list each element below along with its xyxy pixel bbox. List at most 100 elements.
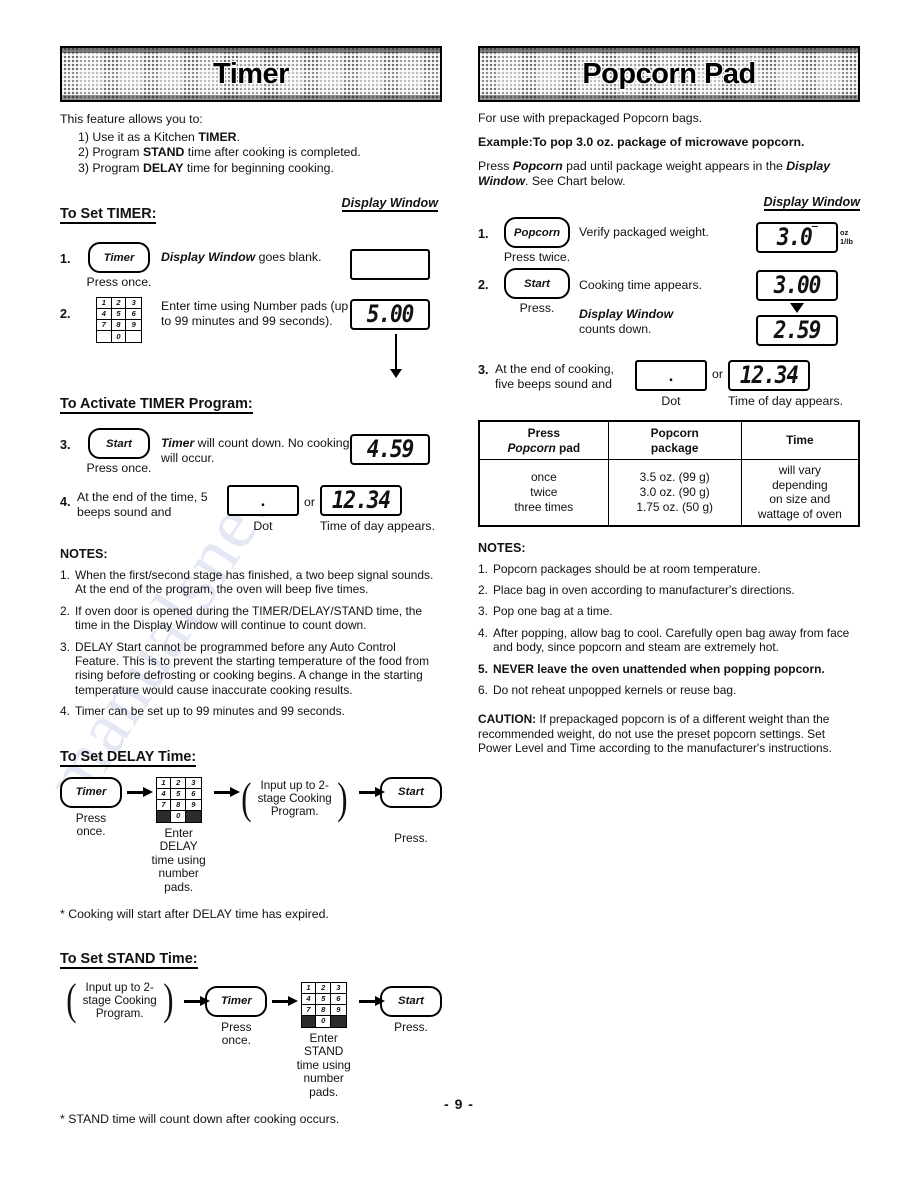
table-header-time: Time (740, 420, 860, 461)
feature-item-2: 2) Program STAND time after cooking is c… (78, 145, 361, 159)
timer-key-button[interactable]: Timer (60, 776, 122, 808)
set-timer-section: To Set TIMER: Display Window 1. Timer Pr… (60, 190, 442, 378)
note-item: 4. After popping, allow bag to cool. Car… (478, 625, 850, 655)
pad-key-7[interactable]: 7 (97, 320, 112, 331)
pad-key-8[interactable]: 8 (111, 320, 127, 331)
pad-key-0[interactable]: 0 (171, 810, 186, 822)
lcd-package-weight: 3.0 ‾ (756, 222, 838, 253)
timer-step-3: 3. Start Press once. Timer will count do… (60, 428, 442, 475)
stand-timer-caption: Press once. (221, 1019, 252, 1048)
popcorn-example: Example:To pop 3.0 oz. package of microw… (478, 135, 805, 149)
table-row: once twice three times 3.5 oz. (99 g) 3.… (478, 459, 860, 527)
pad-key-7[interactable]: 7 (301, 1004, 317, 1016)
pad-key-9[interactable]: 9 (126, 320, 141, 331)
pad-key-9[interactable]: 9 (331, 1005, 346, 1016)
start-key-button[interactable]: Start (504, 268, 570, 299)
pad-key-func-left[interactable] (301, 1015, 317, 1027)
pad-key-6[interactable]: 6 (126, 309, 141, 320)
timer-feature-list: 1) Use it as a Kitchen TIMER. 2) Program… (78, 130, 442, 177)
number-pad[interactable]: 1 2 3 4 5 6 7 8 9 0 (96, 297, 142, 343)
note-item: 5. NEVER leave the oven unattended when … (478, 661, 825, 676)
timer-step-2-lcd-wrap: 5.00 (350, 297, 442, 378)
pad-key-0[interactable]: 0 (316, 1015, 331, 1027)
popcorn-press-line: Press Popcorn pad until package weight a… (478, 159, 831, 188)
timer-key-button[interactable]: Timer (88, 242, 150, 273)
left-notes-heading: NOTES: (60, 547, 108, 561)
popcorn-key-wrap: Popcorn Press twice. (495, 217, 579, 264)
pad-key-9[interactable]: 9 (185, 800, 201, 811)
pad-key-2[interactable]: 2 (111, 298, 127, 309)
delay-flow-cooking-program: ( Input up to 2-stage Cooking Program. ) (235, 773, 354, 823)
table-header-row: Press Popcorn pad Popcorn package Time (478, 420, 860, 461)
step-number: 4. (60, 495, 71, 509)
number-pad[interactable]: 1 2 3 4 5 6 7 8 9 0 (300, 981, 347, 1028)
set-timer-heading: To Set TIMER: (60, 206, 157, 224)
right-column: Popcorn Pad For use with prepackaged Pop… (478, 46, 860, 756)
set-delay-heading: To Set DELAY Time: (60, 748, 197, 767)
number-pad[interactable]: 1 2 3 4 5 6 7 8 9 0 (155, 776, 202, 823)
stand-footnote: * STAND time will count down after cooki… (60, 1111, 340, 1126)
display-window-label-left: Display Window (341, 196, 438, 212)
arrow-right-icon (354, 979, 385, 1017)
start-key-wrap: Start Press once. (77, 428, 161, 475)
dot-caption: Dot (253, 519, 273, 533)
pad-key-0[interactable]: 0 (112, 331, 127, 342)
pad-key-func-left[interactable] (156, 810, 172, 822)
popcorn-key-button[interactable]: Popcorn (504, 217, 570, 248)
pad-key-func-right[interactable] (185, 810, 201, 822)
pad-key-6[interactable]: 6 (331, 994, 346, 1005)
activate-timer-heading: To Activate TIMER Program: (60, 396, 253, 414)
pad-key-4[interactable]: 4 (97, 309, 112, 320)
pad-key-4[interactable]: 4 (301, 993, 317, 1005)
pad-key-blank-right (126, 331, 141, 342)
arrow-right-icon (179, 979, 210, 1017)
start-key-button[interactable]: Start (380, 985, 442, 1017)
start-key-button[interactable]: Start (380, 776, 442, 808)
time-of-day-caption: Time of day appears. (727, 394, 843, 408)
lcd-blank (350, 249, 430, 280)
stand-flow-diagram: ( Input up to 2-stage Cooking Program. )… (60, 978, 442, 1100)
timer-step-3-text: Timer will count down. No cooking will o… (161, 436, 350, 465)
pad-key-8[interactable]: 8 (171, 799, 186, 811)
timer-key-wrap: Timer Press once. (77, 242, 161, 289)
timer-key-caption: Press once. (86, 275, 152, 289)
pad-key-5[interactable]: 5 (111, 309, 127, 320)
pad-key-4[interactable]: 4 (156, 788, 172, 800)
timer-step-1-text: Display Window goes blank. (161, 250, 322, 264)
note-item: 6. Do not reheat unpopped kernels or reu… (478, 683, 737, 697)
pad-key-2[interactable]: 2 (316, 982, 331, 994)
pad-key-5[interactable]: 5 (171, 788, 186, 800)
arrow-right-icon (267, 979, 298, 1017)
lcd-time-of-day: 12.34 (319, 485, 402, 516)
dot-display-wrap: . Dot (227, 485, 299, 533)
pad-key-5[interactable]: 5 (316, 993, 331, 1005)
pad-key-7[interactable]: 7 (156, 799, 172, 811)
pad-key-2[interactable]: 2 (171, 777, 186, 789)
pad-key-1[interactable]: 1 (156, 777, 172, 789)
step-number: 1. (478, 227, 489, 241)
paren-close: ) (337, 773, 348, 823)
feature-item-3: 3) Program DELAY time for beginning cook… (78, 160, 334, 175)
pad-key-3[interactable]: 3 (331, 983, 346, 994)
caution-block: CAUTION: If prepackaged popcorn is of a … (478, 712, 832, 756)
note-item: 3. Pop one bag at a time. (478, 604, 613, 619)
stand-keypad-caption: Enter STAND time using number pads. (296, 1030, 351, 1099)
pad-key-1[interactable]: 1 (301, 982, 317, 994)
pad-key-1[interactable]: 1 (97, 298, 112, 309)
step-number: 3. (478, 363, 489, 377)
timer-key-button[interactable]: Timer (205, 985, 268, 1017)
pad-key-8[interactable]: 8 (316, 1004, 331, 1016)
popcorn-step-1-lcd-wrap: 3.0 ‾ oz 1/lb (756, 217, 860, 253)
pad-key-6[interactable]: 6 (185, 789, 201, 800)
pad-key-3[interactable]: 3 (126, 298, 141, 309)
popcorn-intro: For use with prepackaged Popcorn bags. (478, 111, 703, 125)
activate-timer-section: To Activate TIMER Program: 3. Start Pres… (60, 380, 442, 533)
delay-timer-caption: Press once. (75, 810, 107, 839)
arrow-right-icon (209, 777, 240, 808)
stand-start-caption: Press. (394, 1019, 428, 1034)
pad-key-func-right[interactable] (331, 1015, 346, 1027)
stand-flow-start-key: Start Press. (380, 979, 442, 1035)
pad-key-3[interactable]: 3 (185, 778, 201, 789)
timer-intro: This feature allows you to: (60, 112, 203, 126)
start-key-button[interactable]: Start (88, 428, 150, 459)
